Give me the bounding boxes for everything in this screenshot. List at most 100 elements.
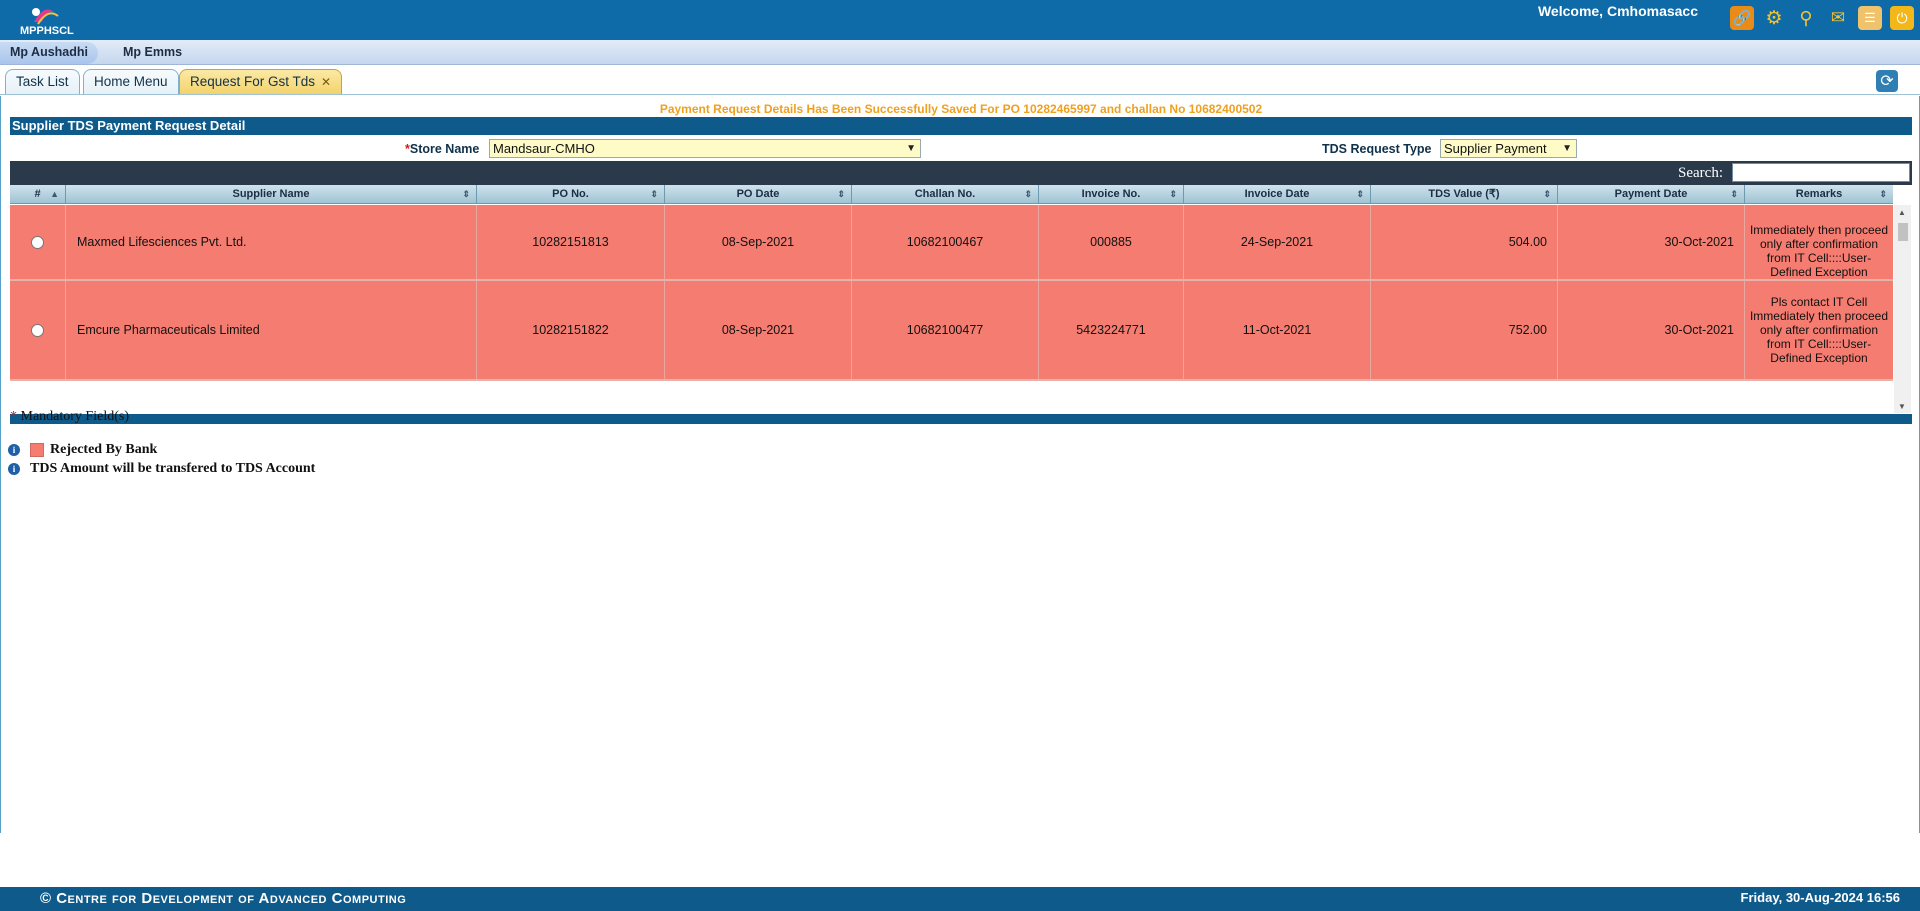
column-header[interactable]: Challan No. ⇕ [852, 185, 1039, 204]
column-header[interactable]: # ▲ [10, 185, 66, 204]
payment-date-cell: 30-Oct-2021 [1558, 281, 1745, 379]
tds-request-type-select[interactable]: Supplier Payment ▼ [1440, 139, 1577, 158]
supplier-cell: Emcure Pharmaceuticals Limited [66, 281, 477, 379]
po-no-cell: 10282151822 [477, 281, 665, 379]
table-row[interactable]: Maxmed Lifesciences Pvt. Ltd. 1028215181… [10, 205, 1893, 281]
logo-text: MPPHSCL [20, 25, 74, 37]
refresh-icon[interactable]: ⟳ [1876, 70, 1898, 92]
tds-request-type-value: Supplier Payment [1444, 141, 1547, 156]
column-header[interactable]: Payment Date ⇕ [1558, 185, 1745, 204]
tab-bar: Task List Home Menu Request For Gst Tds ✕… [0, 65, 1920, 95]
tab-label: Task List [16, 74, 69, 89]
bell-icon[interactable]: ✉ [1826, 6, 1850, 30]
rejected-color-swatch [30, 443, 44, 457]
tab-task-list[interactable]: Task List [5, 69, 80, 94]
sort-icon: ⇕ [837, 189, 845, 199]
sort-icon: ⇕ [1024, 189, 1032, 199]
tds-value-cell: 752.00 [1371, 281, 1558, 379]
link-icon[interactable]: 🔗 [1730, 6, 1754, 30]
column-header[interactable]: Supplier Name ⇕ [66, 185, 477, 204]
invoice-no-cell: 5423224771 [1039, 281, 1184, 379]
mandatory-note-text: Mandatory Field(s) [20, 409, 129, 424]
copyright-text: © Centre for Development of Advanced Com… [40, 890, 407, 907]
column-header[interactable]: TDS Value (₹) ⇕ [1371, 185, 1558, 204]
sort-icon: ▲ [50, 189, 59, 199]
search-label: Search: [1678, 165, 1723, 181]
module-bar: Mp Aushadhi Mp Emms [0, 40, 1920, 65]
search-input[interactable] [1732, 163, 1910, 182]
sort-icon: ⇕ [650, 189, 658, 199]
column-header[interactable]: Remarks ⇕ [1745, 185, 1893, 204]
scroll-up-icon[interactable]: ▲ [1898, 208, 1906, 217]
supplier-cell: Maxmed Lifesciences Pvt. Ltd. [66, 205, 477, 279]
close-icon[interactable]: ✕ [321, 75, 331, 89]
scroll-thumb[interactable] [1898, 223, 1908, 241]
power-icon[interactable]: ⏻ [1890, 6, 1914, 30]
invoice-date-cell: 11-Oct-2021 [1184, 281, 1371, 379]
legend-rejected-text: Rejected By Bank [50, 442, 158, 457]
remarks-cell: Pls contact IT Cell Immediately then pro… [1749, 295, 1889, 365]
tab-label: Home Menu [94, 74, 168, 89]
row-radio[interactable] [31, 235, 44, 249]
invoice-date-cell: 24-Sep-2021 [1184, 205, 1371, 279]
tds-table: # ▲ Supplier Name ⇕ PO No. ⇕ PO Date ⇕ Chall… [10, 185, 1912, 413]
required-marker: * [10, 409, 21, 424]
row-select-cell [10, 205, 66, 279]
store-name-select[interactable]: Mandsaur-CMHO ▼ [489, 139, 921, 158]
legend-tds: i TDS Amount will be transfered to TDS A… [8, 461, 315, 477]
payment-date-cell: 30-Oct-2021 [1558, 205, 1745, 279]
invoice-no-cell: 000885 [1039, 205, 1184, 279]
po-no-cell: 10282151813 [477, 205, 665, 279]
info-icon: i [8, 463, 20, 475]
filter-row: *Store Name Mandsaur-CMHO ▼ TDS Request T… [10, 139, 1912, 159]
datetime-text: Friday, 30-Aug-2024 16:56 [1740, 890, 1900, 905]
legend-rejected: i Rejected By Bank [8, 442, 157, 458]
column-header[interactable]: Invoice No. ⇕ [1039, 185, 1184, 204]
content-frame: Payment Request Details Has Been Success… [0, 96, 1920, 833]
column-header[interactable]: PO No. ⇕ [477, 185, 665, 204]
row-radio[interactable] [31, 323, 44, 337]
sort-icon: ⇕ [1879, 189, 1887, 199]
chevron-down-icon: ▼ [906, 143, 916, 154]
tab-label: Request For Gst Tds [190, 74, 316, 89]
tds-request-type-label: TDS Request Type [1322, 142, 1432, 156]
table-scrollbar[interactable]: ▲ ▼ [1894, 205, 1911, 413]
table-header: # ▲ Supplier Name ⇕ PO No. ⇕ PO Date ⇕ Chall… [10, 185, 1893, 204]
welcome-text: Welcome, Cmhomasacc [1537, 3, 1698, 19]
scroll-down-icon[interactable]: ▼ [1898, 402, 1906, 411]
tab-request-gst-tds[interactable]: Request For Gst Tds ✕ [179, 69, 343, 94]
challan-no-cell: 10682100477 [852, 281, 1039, 379]
sort-icon: ⇕ [1356, 189, 1364, 199]
app-window: MPPHSCL Welcome, Cmhomasacc 🔗 ⚙ ⚲ ✉ ☰ ⏻ … [0, 0, 1920, 911]
table-body: Maxmed Lifesciences Pvt. Ltd. 1028215181… [10, 205, 1893, 413]
mandatory-note: * Mandatory Field(s) [10, 409, 129, 425]
table-row[interactable]: Emcure Pharmaceuticals Limited 102821518… [10, 281, 1893, 381]
sort-icon: ⇕ [1543, 189, 1551, 199]
table-footer-bar [10, 414, 1912, 424]
row-select-cell [10, 281, 66, 379]
tds-value-cell: 504.00 [1371, 205, 1558, 279]
store-name-label: *Store Name [405, 142, 479, 156]
legend-tds-text: TDS Amount will be transfered to TDS Acc… [30, 461, 316, 476]
search-icon[interactable]: ⚲ [1794, 6, 1818, 30]
footer-bar: © Centre for Development of Advanced Com… [0, 887, 1920, 911]
module-mp-aushadhi[interactable]: Mp Aushadhi [0, 42, 99, 64]
search-bar: Search: [10, 161, 1912, 185]
sort-icon: ⇕ [1169, 189, 1177, 199]
chevron-down-icon: ▼ [1562, 143, 1572, 154]
sort-icon: ⇕ [1730, 189, 1738, 199]
po-date-cell: 08-Sep-2021 [665, 281, 852, 379]
tab-home-menu[interactable]: Home Menu [83, 69, 179, 94]
store-name-value: Mandsaur-CMHO [493, 141, 595, 156]
document-icon[interactable]: ☰ [1858, 6, 1882, 30]
gear-icon[interactable]: ⚙ [1762, 6, 1786, 30]
remarks-cell: Immediately then proceed only after conf… [1749, 223, 1889, 279]
store-name-label-text: Store Name [409, 142, 480, 156]
top-bar: MPPHSCL Welcome, Cmhomasacc 🔗 ⚙ ⚲ ✉ ☰ ⏻ [0, 0, 1920, 40]
success-message: Payment Request Details Has Been Success… [659, 102, 1263, 116]
module-mp-emms[interactable]: Mp Emms [113, 42, 192, 64]
column-header[interactable]: PO Date ⇕ [665, 185, 852, 204]
panel-title: Supplier TDS Payment Request Detail [10, 117, 1912, 135]
column-header[interactable]: Invoice Date ⇕ [1184, 185, 1371, 204]
challan-no-cell: 10682100467 [852, 205, 1039, 279]
